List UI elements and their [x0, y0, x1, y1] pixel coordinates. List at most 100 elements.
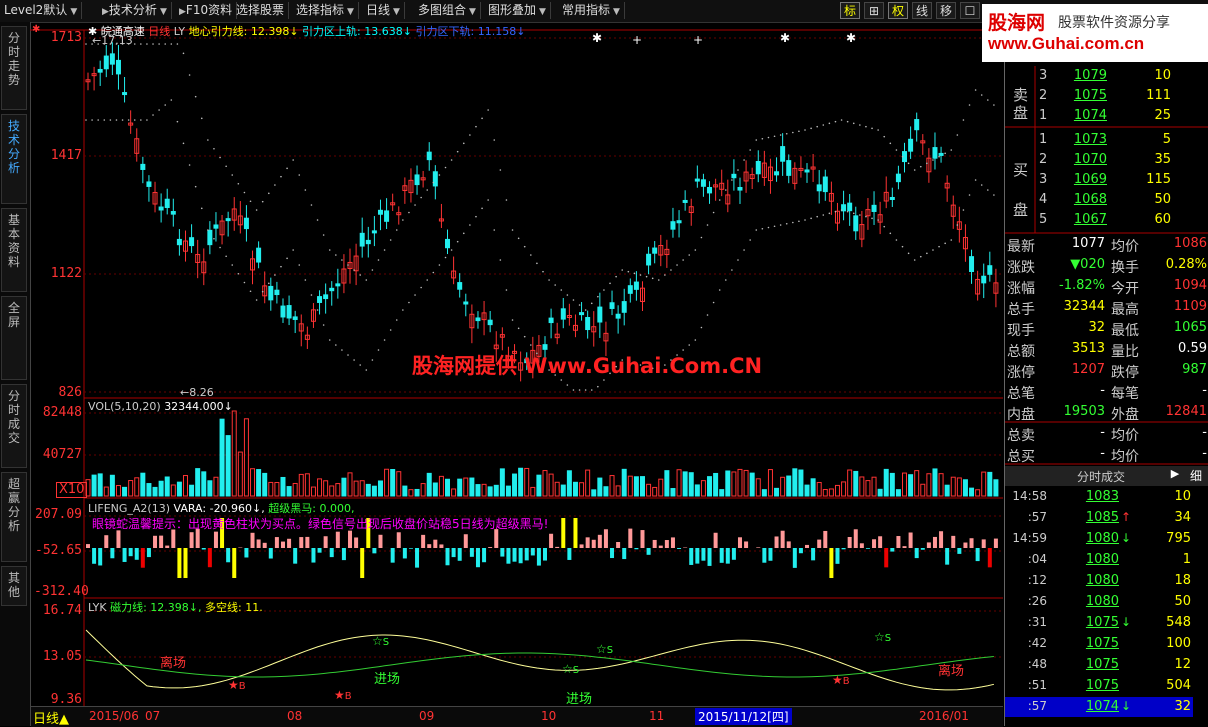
- candle-body: [177, 239, 181, 244]
- volume-bar: [647, 484, 651, 496]
- volume-bar: [781, 477, 785, 496]
- quote-label: 总额: [1007, 341, 1035, 361]
- band-dot: [890, 143, 892, 145]
- lyk-header: LYK 磁力线: 12.398↓, 多空线: 11.: [88, 599, 263, 615]
- band-dot: [725, 189, 727, 191]
- quote-label: 外盘: [1111, 404, 1139, 424]
- lifeng-bar: [817, 540, 821, 548]
- lifeng-bar: [153, 536, 157, 548]
- volume-bar: [183, 476, 187, 496]
- candle-body: [756, 162, 760, 174]
- volume-bar: [153, 487, 157, 496]
- band-dot: [359, 274, 361, 276]
- low-marker: ←8.26: [180, 386, 214, 399]
- band-dot: [122, 119, 124, 121]
- line3-value: 11.158↓: [478, 25, 526, 38]
- volume-bar: [878, 489, 882, 496]
- lifeng-bar: [610, 548, 614, 558]
- band-dot: [530, 344, 532, 346]
- lifeng-bar: [976, 548, 980, 561]
- candle-body: [988, 266, 992, 275]
- lifeng-bar: [580, 544, 584, 548]
- band-dot: [250, 290, 252, 292]
- lifeng-y-label: -312.40: [34, 584, 82, 599]
- band-dot: [207, 229, 209, 231]
- logo-slogan: 股票软件资源分享: [1058, 12, 1170, 32]
- trade-volume: 795: [1145, 531, 1191, 546]
- bottom-period[interactable]: 日线▲: [33, 708, 69, 727]
- band-dot: [469, 224, 471, 226]
- band-dot: [749, 149, 751, 151]
- trade-time: :42: [1007, 636, 1047, 650]
- band-dot: [506, 289, 508, 291]
- cursor-date: 2015/11/12[四]: [695, 708, 792, 725]
- trade-price: 1074: [1085, 699, 1119, 714]
- band-dot: [481, 118, 483, 120]
- volume-bar: [988, 472, 992, 496]
- band-dot: [524, 336, 526, 338]
- order-price: 1079: [1069, 68, 1107, 83]
- lifeng-bar: [464, 534, 468, 548]
- site-logo: 股海网 股票软件资源分享 www.Guhai.com.cn: [982, 4, 1208, 62]
- volume-bar: [689, 473, 693, 496]
- volume-bar: [244, 419, 248, 496]
- band-dot: [871, 128, 873, 130]
- band-dot: [725, 279, 727, 281]
- volume-bar: [817, 483, 821, 496]
- band-dot: [463, 233, 465, 235]
- band-dot: [658, 279, 660, 281]
- band-dot: [530, 254, 532, 256]
- order-level: 2: [1039, 152, 1047, 167]
- lifeng-y-label: -52.65: [34, 543, 82, 558]
- candle-body: [787, 161, 791, 176]
- band-dot: [195, 96, 197, 98]
- candle-body: [476, 318, 480, 321]
- volume-bar: [513, 474, 517, 496]
- lifeng-bar: [433, 540, 437, 548]
- volume-bar: [659, 479, 663, 496]
- candle-body: [909, 139, 913, 151]
- band-dot: [487, 109, 489, 111]
- volume-bar: [135, 478, 139, 496]
- volume-bar: [768, 470, 772, 496]
- candle-body: [896, 174, 900, 181]
- band-dot: [219, 157, 221, 159]
- trade-volume: 504: [1145, 678, 1191, 693]
- volume-bar: [982, 472, 986, 496]
- band-dot: [890, 233, 892, 235]
- band-dot: [701, 237, 703, 239]
- candle-body: [628, 286, 632, 294]
- lifeng-bar: [470, 548, 474, 557]
- volume-bar: [903, 473, 907, 496]
- candle-body: [330, 288, 334, 290]
- lifeng-bar: [878, 536, 882, 548]
- lifeng-bar: [519, 548, 523, 563]
- quote-value: -: [1041, 383, 1105, 398]
- lifeng-bar: [244, 548, 248, 557]
- band-dot: [91, 119, 93, 121]
- play-icon[interactable]: ▶: [1165, 467, 1185, 484]
- candle-body: [890, 197, 894, 199]
- candle-body: [616, 314, 620, 318]
- quote-value: 1086: [1147, 236, 1207, 251]
- lifeng-bar: [933, 537, 937, 548]
- trade-price: 1075: [1085, 678, 1119, 693]
- band-dot: [987, 99, 989, 101]
- band-dot: [829, 123, 831, 125]
- lifeng-bar: [616, 542, 620, 548]
- detail-button[interactable]: 细: [1185, 467, 1207, 484]
- candle-body: [446, 239, 450, 247]
- trade-time: :31: [1007, 615, 1047, 629]
- volume-bar: [921, 484, 925, 496]
- lifeng-bar: [354, 537, 358, 548]
- volume-bar: [123, 487, 127, 496]
- signal-enter: 进场: [566, 688, 592, 707]
- candle-body: [244, 218, 248, 228]
- lifeng-label: LIFENG_A2(13): [88, 502, 170, 515]
- corner-icon[interactable]: ✱: [32, 24, 40, 35]
- candle-body: [488, 320, 492, 324]
- volume-bar: [409, 490, 413, 496]
- candle-body: [98, 69, 102, 72]
- band-dot: [158, 43, 160, 45]
- quote-value: 0.28%: [1147, 257, 1207, 272]
